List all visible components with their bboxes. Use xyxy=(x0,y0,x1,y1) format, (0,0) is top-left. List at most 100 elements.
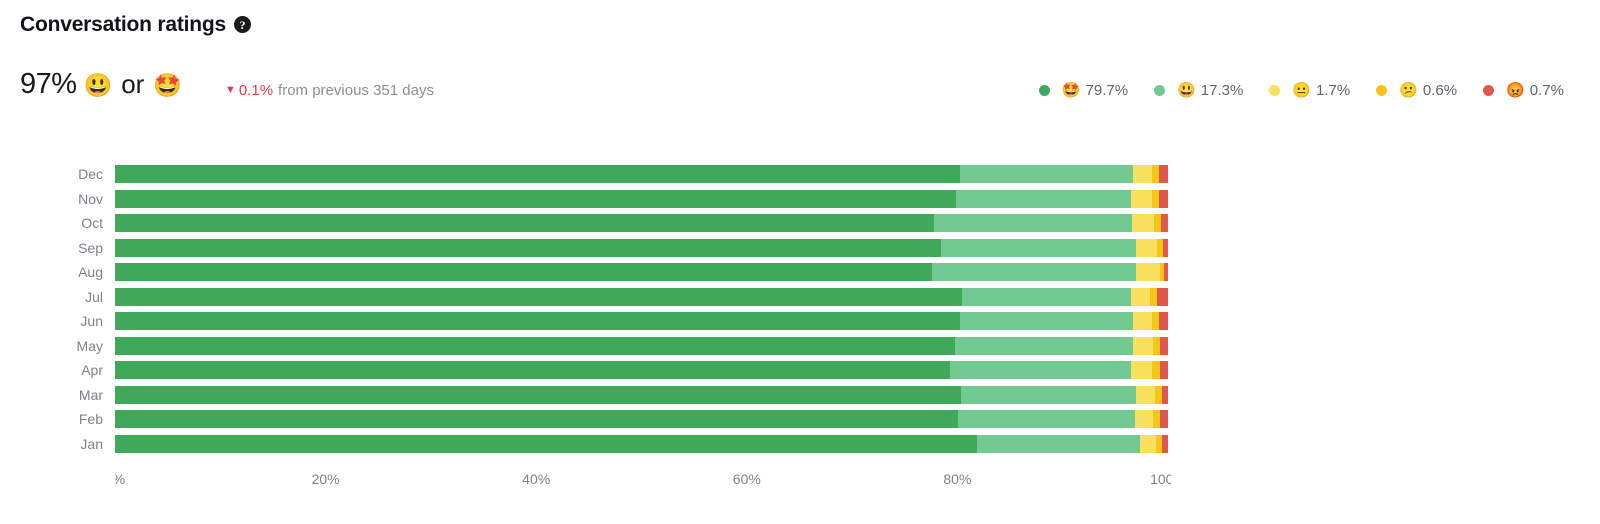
bar-segment-terrible[interactable] xyxy=(1161,385,1168,404)
bar-segment-okay[interactable] xyxy=(1136,385,1156,404)
chart-plot-area: Dec Nov Oct Sep Aug Jul Jun May Apr Mar Feb Jan xyxy=(77,165,1168,453)
bar-segment-okay[interactable] xyxy=(1133,336,1154,355)
arrow-down-icon: ▼ xyxy=(224,84,236,96)
chart-legend: 🤩 79.7% 😃 17.3% 😐 1.7% 😕 0.6% 😡 0.7% xyxy=(1038,82,1564,99)
legend-color-dot xyxy=(1269,85,1281,96)
legend-item-terrible[interactable]: 😡 0.7% xyxy=(1483,83,1564,98)
delta-indicator: ▼ 0.1% from previous 351 days xyxy=(225,82,434,99)
bar-segment-terrible[interactable] xyxy=(1162,238,1168,257)
bar-row[interactable]: Sep xyxy=(78,238,1168,257)
legend-color-dot xyxy=(1154,85,1166,96)
y-axis-label-jan: Jan xyxy=(80,435,103,452)
bar-row[interactable]: Nov xyxy=(78,189,1168,208)
bar-row[interactable]: Feb xyxy=(79,410,1168,429)
bar-row[interactable]: Apr xyxy=(81,361,1168,380)
bar-segment-okay[interactable] xyxy=(1139,434,1157,453)
bar-row[interactable]: Mar xyxy=(79,385,1168,404)
bar-segment-amazing[interactable] xyxy=(115,336,956,355)
bar-row[interactable]: Aug xyxy=(78,263,1168,282)
x-axis-tick: 0% xyxy=(115,471,125,487)
bar-segment-amazing[interactable] xyxy=(115,189,957,208)
y-axis-label-sep: Sep xyxy=(78,239,103,256)
bar-segment-terrible[interactable] xyxy=(1159,410,1168,429)
bar-segment-terrible[interactable] xyxy=(1158,189,1168,208)
metric-row: 97% 😃 or 🤩 ▼ 0.1% from previous 351 days xyxy=(20,68,434,100)
bar-segment-amazing[interactable] xyxy=(115,312,960,331)
bar-row[interactable]: Jan xyxy=(80,434,1168,453)
bar-segment-amazing[interactable] xyxy=(115,214,935,233)
legend-item-bad[interactable]: 😕 0.6% xyxy=(1376,83,1457,98)
legend-item-okay[interactable]: 😐 1.7% xyxy=(1269,83,1350,98)
bar-segment-okay[interactable] xyxy=(1136,238,1158,257)
bar-segment-amazing[interactable] xyxy=(115,385,961,404)
terrible-face-icon: 😡 xyxy=(1506,82,1525,99)
bar-segment-terrible[interactable] xyxy=(1158,312,1168,331)
bar-segment-great[interactable] xyxy=(955,336,1134,355)
y-axis-label-dec: Dec xyxy=(78,166,103,182)
bar-segment-terrible[interactable] xyxy=(1163,263,1168,282)
legend-color-dot xyxy=(1483,85,1495,96)
bar-segment-okay[interactable] xyxy=(1133,165,1153,183)
bar-segment-okay[interactable] xyxy=(1133,312,1153,331)
bar-segment-great[interactable] xyxy=(956,189,1132,208)
bar-segment-okay[interactable] xyxy=(1131,361,1153,380)
bar-segment-amazing[interactable] xyxy=(115,410,959,429)
bar-segment-amazing[interactable] xyxy=(115,238,941,257)
legend-item-amazing[interactable]: 🤩 79.7% xyxy=(1038,82,1129,99)
bar-segment-terrible[interactable] xyxy=(1159,336,1168,355)
bar-segment-okay[interactable] xyxy=(1131,287,1151,306)
legend-percent: 0.7% xyxy=(1529,82,1564,99)
bar-segment-terrible[interactable] xyxy=(1159,361,1168,380)
bar-segment-great[interactable] xyxy=(958,410,1136,429)
bar-segment-amazing[interactable] xyxy=(115,361,951,380)
question-mark-circle-icon[interactable]: ? xyxy=(234,16,252,33)
bar-segment-bad[interactable] xyxy=(1150,287,1158,306)
bar-segment-terrible[interactable] xyxy=(1161,434,1168,453)
bar-segment-okay[interactable] xyxy=(1132,214,1155,233)
legend-percent: 1.7% xyxy=(1316,82,1351,99)
bar-segment-okay[interactable] xyxy=(1131,189,1153,208)
y-axis-label-oct: Oct xyxy=(81,215,103,232)
bar-segment-great[interactable] xyxy=(932,263,1137,282)
bar-segment-terrible[interactable] xyxy=(1158,165,1168,183)
bar-segment-great[interactable] xyxy=(950,361,1132,380)
bar-segment-great[interactable] xyxy=(940,238,1137,257)
page-title: Conversation ratings xyxy=(20,13,227,36)
x-axis: 0% 20% 40% 60% 80% 100% xyxy=(115,465,1171,495)
bar-segment-great[interactable] xyxy=(959,165,1134,183)
bar-segment-amazing[interactable] xyxy=(115,263,933,282)
bar-segment-okay[interactable] xyxy=(1136,263,1160,282)
y-axis-label-may: May xyxy=(76,337,103,354)
delta-period-text: from previous 351 days xyxy=(278,82,434,99)
bar-segment-terrible[interactable] xyxy=(1157,287,1168,306)
legend-percent: 0.6% xyxy=(1422,82,1458,99)
y-axis-label-mar: Mar xyxy=(78,386,103,403)
legend-item-great[interactable]: 😃 17.3% xyxy=(1154,83,1243,98)
bar-row[interactable]: Jun xyxy=(80,312,1168,331)
card-header: Conversation ratings ? xyxy=(20,13,252,36)
grinning-face-icon: 😃 xyxy=(83,72,113,98)
bar-segment-great[interactable] xyxy=(960,385,1137,404)
ratings-chart: Dec Nov Oct Sep Aug Jul Jun May Apr Mar Feb Jan 0% 2… xyxy=(0,160,1600,500)
bar-segment-great[interactable] xyxy=(959,312,1134,331)
legend-color-dot xyxy=(1376,85,1388,96)
y-axis-label-aug: Aug xyxy=(78,264,103,281)
bar-segment-amazing[interactable] xyxy=(115,165,960,183)
bar-row[interactable]: Jul xyxy=(85,287,1168,306)
y-axis-label-jun: Jun xyxy=(80,313,103,330)
y-axis-label-apr: Apr xyxy=(81,362,103,379)
bar-segment-amazing[interactable] xyxy=(115,287,962,306)
bar-segment-terrible[interactable] xyxy=(1160,214,1168,233)
bar-segment-great[interactable] xyxy=(977,434,1140,453)
bar-segment-amazing[interactable] xyxy=(115,434,978,453)
bar-segment-great[interactable] xyxy=(934,214,1133,233)
legend-percent: 79.7% xyxy=(1085,82,1129,99)
bar-row[interactable]: May xyxy=(77,336,1168,355)
bar-segment-bad[interactable] xyxy=(1152,361,1160,380)
amazing-face-icon: 🤩 xyxy=(1061,82,1081,99)
bar-segment-great[interactable] xyxy=(961,287,1132,306)
metric-value: 97% xyxy=(20,68,77,100)
bar-row[interactable]: Oct xyxy=(81,214,1168,233)
bar-segment-okay[interactable] xyxy=(1135,410,1154,429)
bar-row[interactable]: Dec xyxy=(78,165,1168,183)
